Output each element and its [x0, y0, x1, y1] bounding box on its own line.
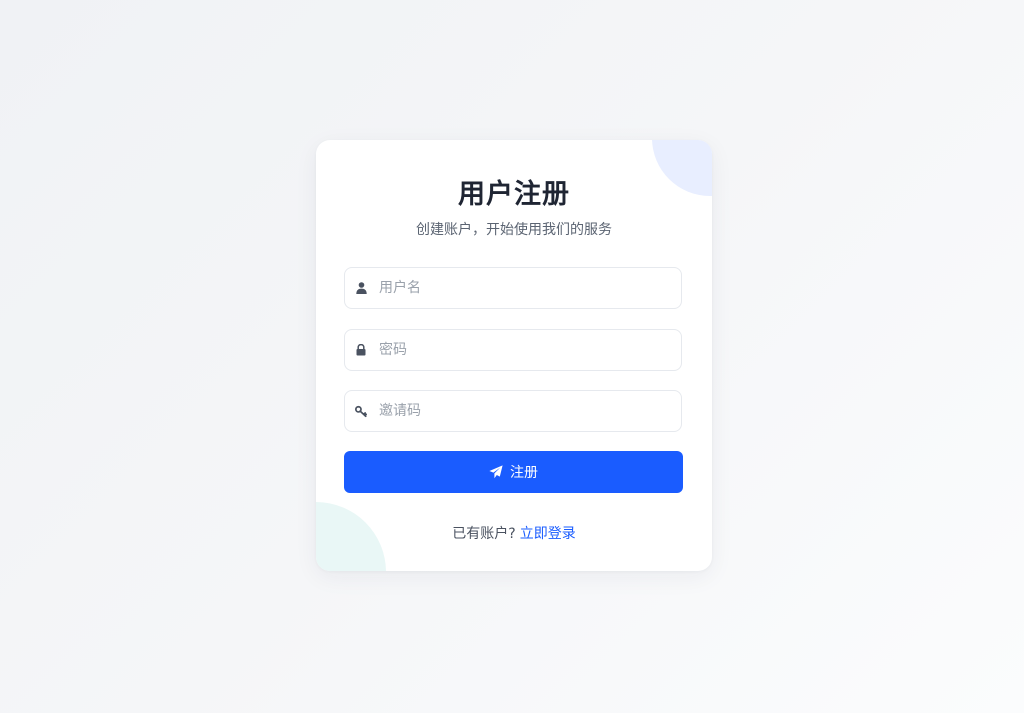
- password-input[interactable]: [379, 330, 669, 370]
- password-field[interactable]: [344, 329, 682, 371]
- page-title: 用户注册: [458, 179, 570, 210]
- invite-code-input[interactable]: [379, 391, 669, 431]
- username-input[interactable]: [379, 268, 669, 308]
- user-icon: [355, 281, 367, 295]
- login-link[interactable]: 立即登录: [520, 526, 576, 542]
- login-prompt-text: 已有账户?: [452, 526, 516, 542]
- lock-icon: [355, 343, 367, 357]
- invite-code-field[interactable]: [344, 390, 682, 432]
- register-card: 用户注册 创建账户，开始使用我们的服务 用户名 邀请码 注册 已有账户? 立即登…: [316, 140, 712, 571]
- register-button[interactable]: 注册: [344, 451, 683, 493]
- login-prompt: 已有账户? 立即登录: [316, 523, 712, 543]
- paper-plane-icon: [489, 465, 503, 479]
- key-icon: [355, 404, 367, 418]
- page-subtitle: 创建账户，开始使用我们的服务: [416, 222, 612, 238]
- register-button-label: 注册: [510, 465, 538, 481]
- username-field[interactable]: [344, 267, 682, 309]
